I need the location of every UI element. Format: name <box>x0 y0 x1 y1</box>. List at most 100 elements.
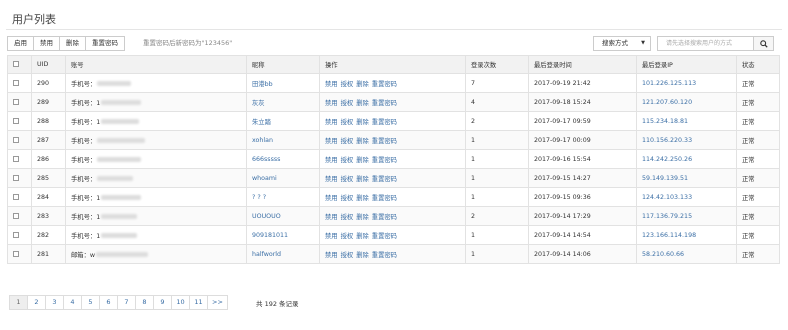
page-11-button[interactable]: 11 <box>189 295 208 310</box>
authorize-link[interactable]: 授权 <box>341 138 354 145</box>
delete-link[interactable]: 删除 <box>356 195 369 202</box>
nickname-link[interactable]: 909181011 <box>252 232 288 239</box>
reset-password-link[interactable]: 重置密码 <box>372 100 397 107</box>
nickname-link[interactable]: ? ? ? <box>252 194 266 201</box>
last-login-ip-link[interactable]: 58.210.60.66 <box>642 251 684 258</box>
delete-link[interactable]: 删除 <box>356 157 369 164</box>
row-checkbox[interactable] <box>13 250 19 257</box>
reset-password-link[interactable]: 重置密码 <box>372 157 397 164</box>
authorize-link[interactable]: 授权 <box>341 233 354 240</box>
delete-link[interactable]: 删除 <box>356 81 369 88</box>
disable-link[interactable]: 禁用 <box>325 195 338 202</box>
authorize-link[interactable]: 授权 <box>341 81 354 88</box>
delete-link[interactable]: 删除 <box>356 176 369 183</box>
delete-link[interactable]: 删除 <box>356 100 369 107</box>
page-9-button[interactable]: 9 <box>153 295 172 310</box>
nickname-link[interactable]: whoami <box>252 175 277 182</box>
last-login-ip-link[interactable]: 117.136.79.215 <box>642 213 692 220</box>
search-mode-select[interactable]: 搜索方式 ▼ <box>593 36 651 51</box>
page-3-button[interactable]: 3 <box>45 295 64 310</box>
reset-password-link[interactable]: 重置密码 <box>372 119 397 126</box>
page-8-button[interactable]: 8 <box>135 295 154 310</box>
last-login-ip-link[interactable]: 121.207.60.120 <box>642 99 692 106</box>
nickname-link[interactable]: UOUOUO <box>252 213 281 220</box>
last-login-ip-link[interactable]: 115.234.18.81 <box>642 118 688 125</box>
page-5-button[interactable]: 5 <box>81 295 100 310</box>
page-6-button[interactable]: 6 <box>99 295 118 310</box>
reset-password-link[interactable]: 重置密码 <box>372 176 397 183</box>
row-select-cell[interactable] <box>7 111 32 131</box>
row-checkbox[interactable] <box>13 155 19 162</box>
page-10-button[interactable]: 10 <box>171 295 190 310</box>
page-7-button[interactable]: 7 <box>117 295 136 310</box>
nickname-link[interactable]: 朱立踏 <box>252 119 271 126</box>
select-all-checkbox[interactable] <box>13 61 19 67</box>
row-select-cell[interactable] <box>7 225 32 245</box>
row-checkbox[interactable] <box>13 117 19 124</box>
authorize-link[interactable]: 授权 <box>341 119 354 126</box>
next-page-button[interactable]: >> <box>207 295 228 310</box>
disable-link[interactable]: 禁用 <box>325 214 338 221</box>
reset-password-link[interactable]: 重置密码 <box>372 81 397 88</box>
select-all-cell[interactable] <box>7 55 32 74</box>
last-login-ip-link[interactable]: 59.149.139.51 <box>642 175 688 182</box>
row-select-cell[interactable] <box>7 149 32 169</box>
reset-password-link[interactable]: 重置密码 <box>372 195 397 202</box>
delete-button[interactable]: 删除 <box>59 36 86 51</box>
reset-password-link[interactable]: 重置密码 <box>372 233 397 240</box>
disable-link[interactable]: 禁用 <box>325 252 338 259</box>
row-select-cell[interactable] <box>7 168 32 188</box>
row-select-cell[interactable] <box>7 244 32 264</box>
last-login-ip-link[interactable]: 110.156.220.33 <box>642 137 692 144</box>
row-checkbox[interactable] <box>13 174 19 181</box>
disable-link[interactable]: 禁用 <box>325 138 338 145</box>
authorize-link[interactable]: 授权 <box>341 176 354 183</box>
page-2-button[interactable]: 2 <box>27 295 46 310</box>
row-checkbox[interactable] <box>13 212 19 219</box>
page-1-button[interactable]: 1 <box>9 295 28 310</box>
row-checkbox[interactable] <box>13 193 19 200</box>
disable-link[interactable]: 禁用 <box>325 81 338 88</box>
row-checkbox[interactable] <box>13 231 19 238</box>
row-checkbox[interactable] <box>13 98 19 105</box>
enable-button[interactable]: 启用 <box>7 36 34 51</box>
authorize-link[interactable]: 授权 <box>341 252 354 259</box>
delete-link[interactable]: 删除 <box>356 233 369 240</box>
disable-link[interactable]: 禁用 <box>325 176 338 183</box>
reset-password-link[interactable]: 重置密码 <box>372 214 397 221</box>
nickname-link[interactable]: 田港bb <box>252 81 273 88</box>
delete-link[interactable]: 删除 <box>356 119 369 126</box>
row-select-cell[interactable] <box>7 73 32 93</box>
authorize-link[interactable]: 授权 <box>341 195 354 202</box>
last-login-ip-link[interactable]: 124.42.103.133 <box>642 194 692 201</box>
delete-link[interactable]: 删除 <box>356 252 369 259</box>
row-select-cell[interactable] <box>7 92 32 112</box>
authorize-link[interactable]: 授权 <box>341 214 354 221</box>
last-login-ip-link[interactable]: 101.226.125.113 <box>642 80 696 87</box>
disable-link[interactable]: 禁用 <box>325 100 338 107</box>
search-input[interactable]: 请先选择搜索用户的方式 <box>657 36 754 51</box>
disable-link[interactable]: 禁用 <box>325 119 338 126</box>
nickname-link[interactable]: 灰灰 <box>252 100 265 107</box>
row-select-cell[interactable] <box>7 130 32 150</box>
reset-password-link[interactable]: 重置密码 <box>372 252 397 259</box>
nickname-link[interactable]: halfworld <box>252 251 281 258</box>
last-login-ip-link[interactable]: 123.166.114.198 <box>642 232 696 239</box>
reset-password-link[interactable]: 重置密码 <box>372 138 397 145</box>
disable-link[interactable]: 禁用 <box>325 157 338 164</box>
row-checkbox[interactable] <box>13 79 19 86</box>
authorize-link[interactable]: 授权 <box>341 157 354 164</box>
row-checkbox[interactable] <box>13 136 19 143</box>
row-select-cell[interactable] <box>7 206 32 226</box>
disable-button[interactable]: 禁用 <box>33 36 60 51</box>
delete-link[interactable]: 删除 <box>356 138 369 145</box>
authorize-link[interactable]: 授权 <box>341 100 354 107</box>
delete-link[interactable]: 删除 <box>356 214 369 221</box>
last-login-ip-link[interactable]: 114.242.250.26 <box>642 156 692 163</box>
nickname-link[interactable]: xohlan <box>252 137 273 144</box>
disable-link[interactable]: 禁用 <box>325 233 338 240</box>
page-4-button[interactable]: 4 <box>63 295 82 310</box>
search-button[interactable] <box>753 36 774 51</box>
nickname-link[interactable]: 666sssss <box>252 156 280 163</box>
row-select-cell[interactable] <box>7 187 32 207</box>
